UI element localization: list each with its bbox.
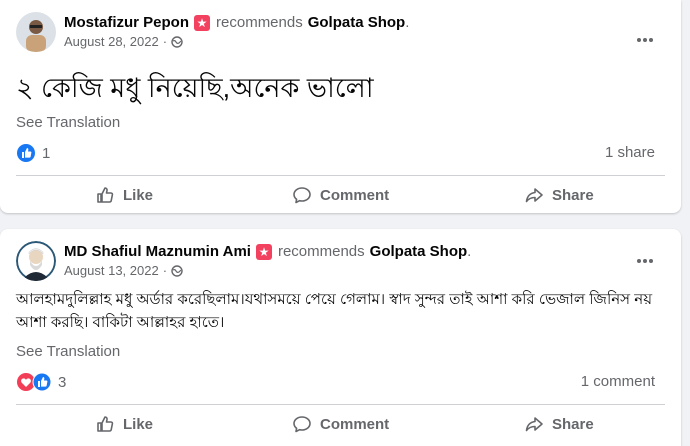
comment-button[interactable]: Comment [292, 185, 389, 205]
post-date[interactable]: August 28, 2022 [64, 33, 159, 51]
comment-label: Comment [320, 186, 390, 204]
share-icon [525, 188, 543, 203]
reaction-count: 1 [42, 144, 51, 162]
share-icon [525, 417, 543, 432]
like-label: Like [123, 186, 154, 204]
page-link[interactable]: Golpata Shop [308, 13, 406, 33]
post-text: আলহামদুলিল্লাহ মধু অর্ডার করেছিলাম।যথাসম… [16, 291, 653, 331]
post-header: Mostafizur Pepon ★ recommends Golpata Sh… [16, 12, 409, 52]
author-name[interactable]: MD Shafiul Maznumin Ami [64, 242, 251, 262]
comments-count[interactable]: 1 comment [581, 373, 655, 390]
like-icon [97, 416, 114, 432]
reaction-count: 3 [58, 373, 67, 391]
like-button[interactable]: Like [95, 185, 153, 205]
comment-button[interactable]: Comment [292, 414, 389, 434]
post-header: MD Shafiul Maznumin Ami ★ recommends Gol… [16, 241, 471, 281]
divider [16, 404, 665, 405]
share-label: Share [552, 186, 594, 204]
reactions-summary[interactable]: 1 [16, 143, 50, 163]
recommends-label: recommends [277, 243, 365, 260]
globe-icon [171, 36, 183, 48]
globe-icon [171, 265, 183, 277]
reactions-summary[interactable]: 3 [16, 372, 66, 392]
share-label: Share [552, 415, 594, 433]
like-icon [97, 187, 114, 203]
divider [16, 175, 665, 176]
comment-label: Comment [320, 415, 390, 433]
like-button[interactable]: Like [95, 414, 153, 434]
comment-icon [293, 187, 311, 204]
post-text: ২ কেজি মধু নিয়েছি,অনেক ভালো [16, 73, 374, 103]
recommends-icon: ★ [255, 244, 272, 260]
post-card: Mostafizur Pepon ★ recommends Golpata Sh… [0, 0, 681, 213]
page-link[interactable]: Golpata Shop [370, 242, 468, 262]
comment-icon [293, 416, 311, 433]
share-button[interactable]: Share [524, 185, 594, 205]
more-options-button[interactable] [635, 251, 655, 271]
avatar[interactable] [16, 241, 56, 281]
separator: · [162, 263, 168, 278]
like-label: Like [123, 415, 154, 433]
recommends-label: recommends [216, 14, 303, 31]
post-card: MD Shafiul Maznumin Ami ★ recommends Gol… [0, 229, 681, 446]
see-translation-link[interactable]: See Translation [16, 343, 120, 360]
like-reaction-icon [32, 372, 52, 392]
share-button[interactable]: Share [524, 414, 594, 434]
recommends-icon: ★ [194, 15, 211, 31]
separator: · [162, 34, 168, 49]
see-translation-link[interactable]: See Translation [16, 114, 120, 131]
post-date[interactable]: August 13, 2022 [64, 262, 159, 280]
avatar[interactable] [16, 12, 56, 52]
author-name[interactable]: Mostafizur Pepon [64, 13, 189, 33]
more-options-button[interactable] [635, 30, 655, 50]
like-reaction-icon [17, 144, 35, 162]
shares-count[interactable]: 1 share [605, 144, 655, 161]
